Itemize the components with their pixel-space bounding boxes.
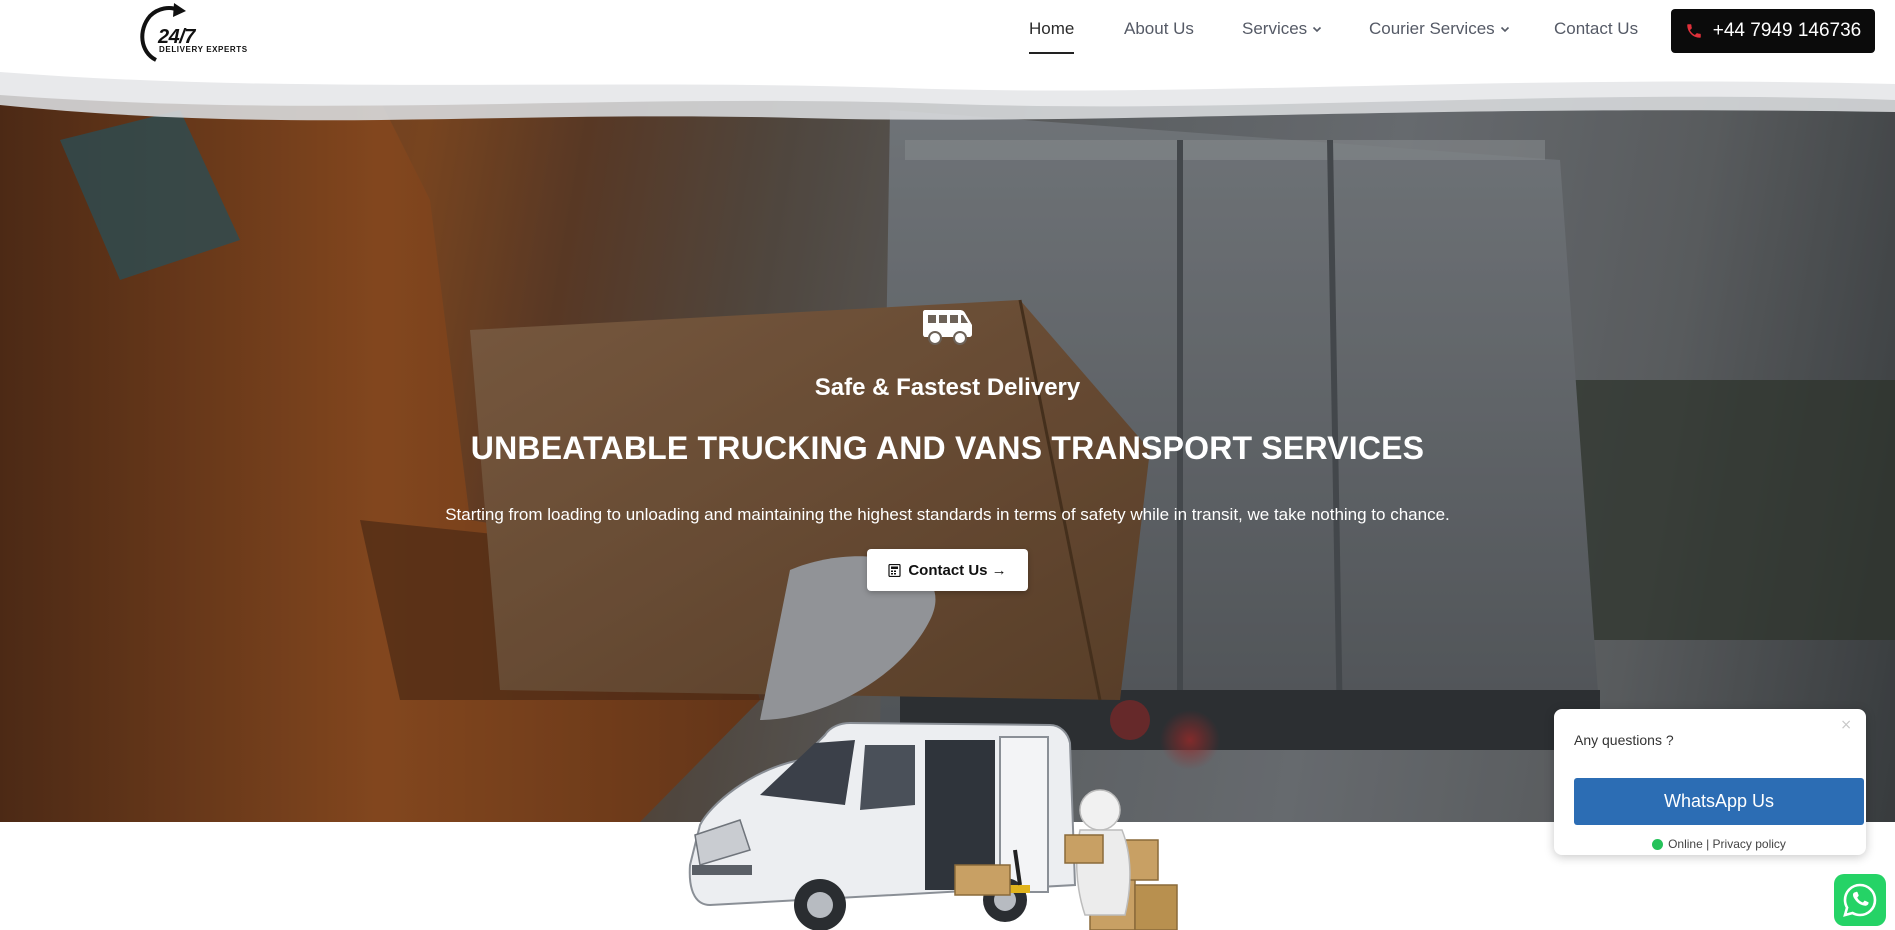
nav-about-label: About Us (1124, 19, 1194, 38)
call-button-label: +44 7949 146736 (1712, 20, 1862, 41)
whatsapp-question: Any questions ? (1574, 732, 1674, 748)
nav-services[interactable]: Services (1242, 19, 1322, 39)
hero-subtitle: Safe & Fastest Delivery (814, 374, 1081, 401)
whatsapp-icon (1843, 883, 1877, 917)
nav-about[interactable]: About Us (1124, 19, 1194, 39)
chevron-down-icon (1500, 26, 1509, 33)
online-status-dot (1652, 838, 1664, 850)
chevron-down-icon (1313, 26, 1322, 33)
contact-us-button[interactable]: Contact Us → (867, 549, 1028, 591)
site-logo[interactable]: 24/7 DELIVERY EXPERTS (136, 2, 266, 64)
phone-icon (1687, 24, 1701, 38)
nav-active-underline (1029, 52, 1074, 54)
whatsapp-float-button[interactable] (1834, 874, 1886, 926)
nav-services-label: Services (1242, 19, 1308, 38)
shuttle-van-icon (923, 310, 972, 345)
call-button[interactable]: +44 7949 146736 (1671, 9, 1875, 53)
contact-us-button-label: Contact Us → (908, 561, 1007, 579)
nav-contact-label: Contact Us (1554, 19, 1639, 38)
page: 24/7 DELIVERY EXPERTS Home About Us Serv… (0, 0, 1895, 930)
calculator-icon (888, 563, 901, 577)
whatsapp-status: Online | Privacy policy (1554, 837, 1884, 851)
nav-home[interactable]: Home (1029, 19, 1074, 39)
hero-description: Starting from loading to unloading and m… (445, 505, 1450, 524)
close-icon[interactable]: × (1840, 717, 1852, 733)
whatsapp-status-text[interactable]: Online | Privacy policy (1668, 837, 1786, 851)
site-header: 24/7 DELIVERY EXPERTS Home About Us Serv… (0, 0, 1895, 130)
nav-contact[interactable]: Contact Us (1554, 19, 1638, 39)
hero-headline: UNBEATABLE TRUCKING AND VANS TRANSPORT S… (470, 430, 1425, 466)
nav-courier-services[interactable]: Courier Services (1369, 19, 1510, 39)
nav-home-label: Home (1029, 19, 1075, 38)
delivery-van-illustration (688, 721, 1178, 930)
nav-courier-services-label: Courier Services (1369, 19, 1495, 38)
whatsapp-chat-card: × Any questions ? WhatsApp Us Online | P… (1554, 709, 1866, 855)
logo-tagline: DELIVERY EXPERTS (159, 45, 248, 54)
whatsapp-us-button-label: WhatsApp Us (1663, 791, 1775, 811)
whatsapp-us-button[interactable]: WhatsApp Us (1574, 778, 1864, 825)
